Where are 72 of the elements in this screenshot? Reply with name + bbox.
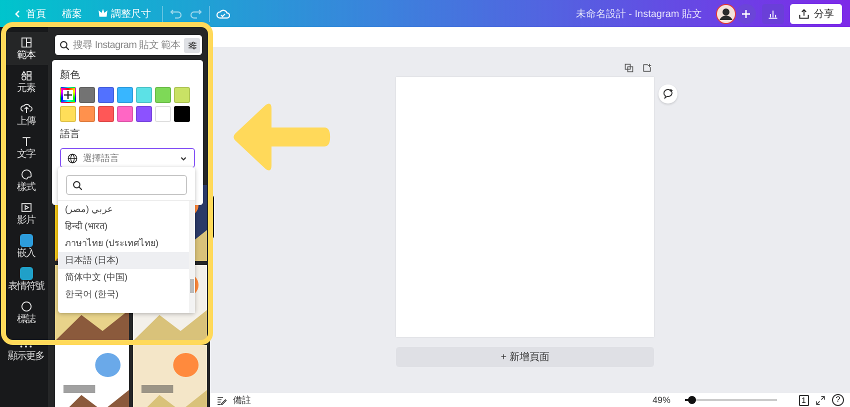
- insights-button[interactable]: [762, 4, 784, 24]
- help-button[interactable]: ?: [832, 394, 844, 406]
- panel-collapse-handle[interactable]: [210, 195, 214, 239]
- notes-icon[interactable]: [216, 394, 227, 406]
- color-swatch[interactable]: [79, 87, 95, 103]
- color-swatch[interactable]: [155, 87, 171, 103]
- sidebar-item[interactable]: 影片: [4, 197, 48, 230]
- sidebar-item[interactable]: 範本: [4, 32, 48, 65]
- add-page-button[interactable]: + 新增頁面: [396, 347, 654, 367]
- sidebar-item[interactable]: 文字: [4, 131, 48, 164]
- avatar[interactable]: [716, 4, 736, 24]
- language-search-field[interactable]: [66, 175, 187, 195]
- elements-icon: [20, 69, 32, 82]
- add-page-icon[interactable]: [642, 63, 652, 73]
- uploads-icon: [20, 102, 32, 115]
- plus-icon: [63, 90, 73, 100]
- notes-label[interactable]: 備註: [233, 394, 251, 406]
- duplicate-page-icon[interactable]: [624, 63, 634, 73]
- share-button[interactable]: 分享: [790, 4, 842, 24]
- fullscreen-icon[interactable]: [815, 394, 826, 406]
- cloud-icon[interactable]: [216, 6, 230, 20]
- color-swatch[interactable]: [155, 106, 171, 122]
- color-swatch[interactable]: [98, 106, 114, 122]
- styles-icon: [20, 168, 32, 181]
- scrollbar[interactable]: [189, 201, 195, 313]
- color-swatch[interactable]: [117, 87, 133, 103]
- search-icon: [72, 180, 83, 190]
- text-icon: [20, 135, 32, 148]
- sliders-icon: [186, 40, 198, 50]
- sidebar-item[interactable]: 標誌: [4, 296, 48, 329]
- templates-icon: [20, 36, 32, 49]
- more-icon: [20, 345, 32, 348]
- undo-icon[interactable]: [169, 6, 183, 20]
- language-option[interactable]: 한국어 (한국): [58, 286, 189, 303]
- page-count-button[interactable]: 1: [798, 394, 809, 406]
- bar-chart-icon: [767, 8, 779, 20]
- color-swatch[interactable]: [60, 106, 76, 122]
- custom-color-button[interactable]: [60, 87, 76, 103]
- logo-icon: [20, 300, 32, 313]
- crown-icon: [98, 8, 108, 18]
- filter-button[interactable]: [184, 38, 200, 52]
- language-option[interactable]: हिन्दी (भारत): [58, 218, 189, 235]
- sidebar-item[interactable]: 表情符號: [4, 263, 48, 296]
- sidebar-item[interactable]: 嵌入: [4, 230, 48, 263]
- language-option[interactable]: عربي (مصر): [58, 201, 189, 218]
- color-swatch[interactable]: [136, 106, 152, 122]
- document-title[interactable]: 未命名設計 - Instagram 貼文: [576, 6, 702, 20]
- language-option[interactable]: ภาษาไทย (ประเทศไทย): [58, 235, 189, 252]
- language-label: 語言: [60, 128, 80, 141]
- language-option[interactable]: 简体中文 (中国): [58, 269, 189, 286]
- color-swatch[interactable]: [79, 106, 95, 122]
- color-swatch[interactable]: [136, 87, 152, 103]
- color-swatch[interactable]: [117, 106, 133, 122]
- color-swatch[interactable]: [174, 87, 190, 103]
- sidebar-item[interactable]: 顯示更多: [4, 329, 48, 362]
- redo-icon[interactable]: [189, 6, 203, 20]
- sidebar-item[interactable]: 樣式: [4, 164, 48, 197]
- search-icon: [59, 40, 70, 50]
- color-swatch[interactable]: [174, 106, 190, 122]
- language-option[interactable]: 日本語 (日本): [58, 252, 189, 269]
- sidebar-item[interactable]: 元素: [4, 65, 48, 98]
- globe-icon: [67, 152, 78, 164]
- color-label: 顏色: [60, 68, 80, 82]
- add-comment-button[interactable]: [658, 84, 678, 104]
- zoom-percentage[interactable]: 49%: [652, 395, 671, 405]
- videos-icon: [20, 201, 32, 214]
- upload-icon: [798, 8, 810, 20]
- sidebar-item[interactable]: 上傳: [4, 98, 48, 131]
- color-swatch[interactable]: [98, 87, 114, 103]
- add-person-button[interactable]: [736, 4, 756, 24]
- app-icon: [20, 234, 32, 247]
- app-icon: [20, 267, 32, 280]
